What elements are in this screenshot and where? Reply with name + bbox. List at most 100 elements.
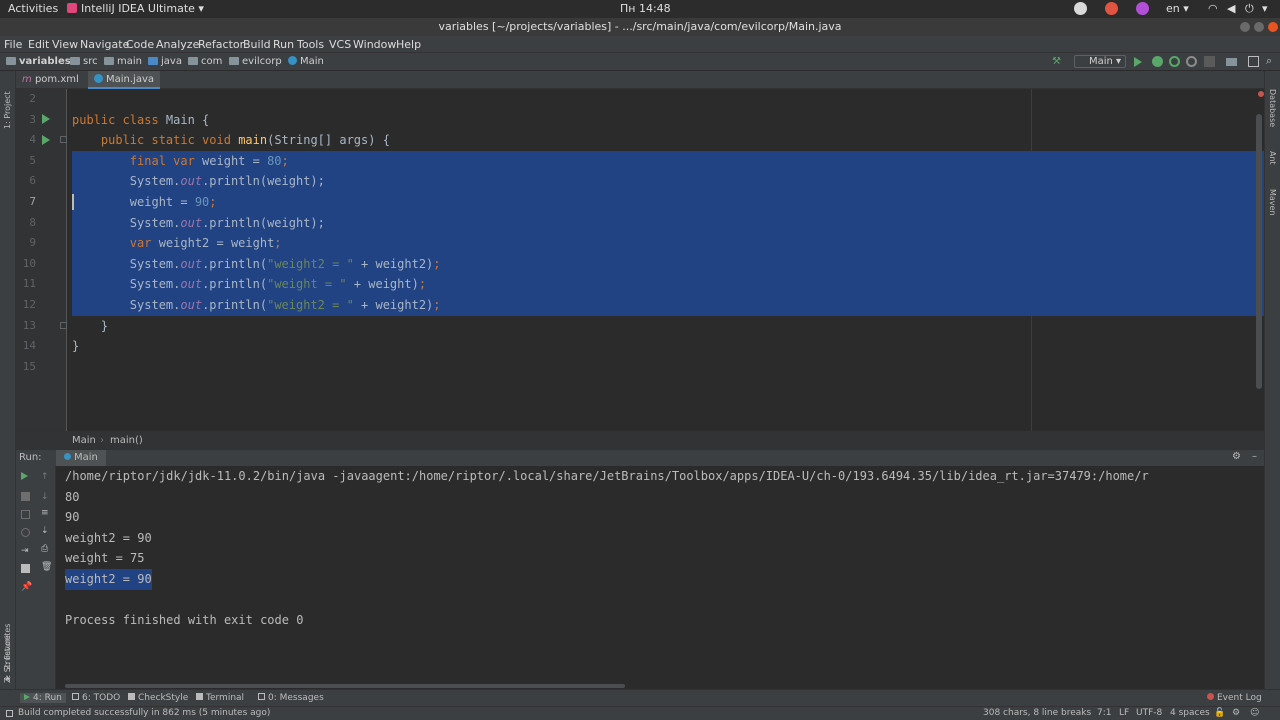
status-line-separator[interactable]: LF xyxy=(1119,708,1129,718)
layout-icon[interactable] xyxy=(1248,56,1259,67)
menu-window[interactable]: Window xyxy=(353,38,396,51)
debug-icon[interactable] xyxy=(1152,56,1163,67)
console-horizontal-scrollbar[interactable] xyxy=(65,684,625,688)
editor-scrollbar[interactable] xyxy=(1256,114,1262,389)
database-tool-button[interactable]: Database xyxy=(1268,89,1277,127)
menu-build[interactable]: Build xyxy=(243,38,271,51)
stop-icon[interactable] xyxy=(21,492,30,501)
down-arrow-icon[interactable]: ↓ xyxy=(41,492,50,502)
chevron-down-icon[interactable]: ▾ xyxy=(1262,2,1268,15)
checkstyle-tool-button[interactable]: CheckStyle xyxy=(128,693,188,703)
camera-icon[interactable] xyxy=(21,528,30,537)
power-icon[interactable]: ⏻ xyxy=(1245,2,1254,16)
event-log-button[interactable]: Event Log xyxy=(1207,693,1262,703)
code-editor[interactable]: 2 3 4 5 6 7 8 9 10 11 12 13 14 15 public… xyxy=(16,89,1264,431)
maven-tool-button[interactable]: Maven xyxy=(1268,189,1277,216)
stop-icon[interactable] xyxy=(1204,56,1215,67)
menu-analyze[interactable]: Analyze xyxy=(156,38,199,51)
inspector-icon[interactable]: ☺ xyxy=(1250,708,1259,718)
terminal-tool-button[interactable]: Terminal xyxy=(196,693,244,703)
tool-window-bar: 4: Run 6: TODO CheckStyle Terminal 0: Me… xyxy=(0,689,1280,706)
trash-icon[interactable]: 🗑 xyxy=(41,562,52,572)
class-icon xyxy=(94,74,103,83)
minimize-panel-icon[interactable]: – xyxy=(1252,451,1257,462)
print-icon[interactable]: ⎙ xyxy=(41,544,50,554)
lock-icon[interactable]: 🔓 xyxy=(1214,708,1225,718)
status-message[interactable]: Build completed successfully in 862 ms (… xyxy=(18,708,270,718)
tray-app2-icon[interactable] xyxy=(1136,2,1149,15)
breadcrumb-java[interactable]: java xyxy=(148,56,182,67)
menu-refactor[interactable]: Refactor xyxy=(198,38,244,51)
status-encoding[interactable]: UTF-8 xyxy=(1136,708,1162,718)
volume-icon[interactable]: ◀ xyxy=(1227,2,1235,15)
tab-main-java[interactable]: Main.java xyxy=(88,71,161,89)
fold-icon[interactable] xyxy=(60,322,67,329)
breadcrumb-main[interactable]: main xyxy=(104,56,142,67)
clock[interactable]: Пн 14:48 xyxy=(620,2,671,15)
line-number: 12 xyxy=(22,298,36,311)
project-structure-icon[interactable] xyxy=(1226,58,1237,66)
fold-icon[interactable] xyxy=(60,136,67,143)
run-tool-button[interactable]: 4: Run xyxy=(20,693,66,703)
console-line: weight2 = 90 xyxy=(65,530,152,545)
menu-tools[interactable]: Tools xyxy=(297,38,324,51)
run-console[interactable]: /home/riptor/jdk/jdk-11.0.2/bin/java -ja… xyxy=(56,466,1264,689)
breadcrumb-evilcorp[interactable]: evilcorp xyxy=(229,56,282,67)
search-icon[interactable]: ⌕ xyxy=(1266,54,1277,67)
activities-button[interactable]: Activities xyxy=(8,2,58,15)
breadcrumb-method-main[interactable]: main() xyxy=(110,435,143,446)
tab-pom-xml[interactable]: m pom.xml xyxy=(16,71,85,89)
rerun-icon[interactable] xyxy=(21,472,28,480)
up-arrow-icon[interactable]: ↑ xyxy=(41,472,50,482)
close-button[interactable] xyxy=(1268,22,1278,32)
coverage-icon[interactable] xyxy=(1169,56,1180,67)
messages-tool-button[interactable]: 0: Messages xyxy=(258,693,324,703)
restore-layout-icon[interactable] xyxy=(21,510,30,519)
menu-file[interactable]: File xyxy=(4,38,22,51)
run-config-select[interactable]: Main ▾ xyxy=(1074,55,1126,68)
status-window-icon[interactable] xyxy=(6,710,13,717)
breadcrumb-src[interactable]: src xyxy=(70,56,98,67)
text-caret xyxy=(72,194,74,210)
inspection-status-icon[interactable] xyxy=(1258,91,1264,97)
language-selector[interactable]: en ▾ xyxy=(1166,2,1189,15)
menu-code[interactable]: Code xyxy=(126,38,154,51)
ant-tool-button[interactable]: Ant xyxy=(1268,151,1277,165)
breadcrumb-com[interactable]: com xyxy=(188,56,222,67)
todo-tool-button[interactable]: 6: TODO xyxy=(72,693,120,703)
run-method-icon[interactable] xyxy=(42,135,50,145)
menu-navigate[interactable]: Navigate xyxy=(80,38,129,51)
status-indent[interactable]: 4 spaces xyxy=(1170,708,1210,718)
menu-vcs[interactable]: VCS xyxy=(329,38,351,51)
favorites-tool-button[interactable]: 2: Favorites xyxy=(3,624,12,670)
menu-help[interactable]: Help xyxy=(396,38,421,51)
alarm-icon[interactable] xyxy=(1105,2,1118,15)
wifi-icon[interactable]: ◠ xyxy=(1208,2,1218,15)
run-tab-main[interactable]: Main xyxy=(56,450,106,467)
profile-icon[interactable] xyxy=(1186,56,1197,67)
tray-app-icon[interactable] xyxy=(1074,2,1087,15)
breadcrumb-class[interactable]: Main xyxy=(288,56,324,67)
app-menu[interactable]: IntelliJ IDEA Ultimate ▾ xyxy=(67,2,204,15)
exit-icon[interactable]: ⇥ xyxy=(21,546,30,556)
menu-edit[interactable]: Edit xyxy=(28,38,49,51)
pin-icon[interactable]: 📌 xyxy=(21,582,32,592)
build-hammer-icon[interactable]: ⚒ xyxy=(1052,56,1063,67)
maximize-button[interactable] xyxy=(1254,22,1264,32)
menu-view[interactable]: View xyxy=(52,38,78,51)
run-tab-label: Main xyxy=(74,452,98,463)
code-text: .println( xyxy=(202,256,268,271)
scroll-to-end-icon[interactable]: ⇣ xyxy=(41,526,50,536)
project-tool-button[interactable]: 1: Project xyxy=(3,91,12,129)
layout-icon[interactable] xyxy=(21,564,30,573)
soft-wrap-icon[interactable]: ≡ xyxy=(41,508,50,518)
breadcrumb-class-main[interactable]: Main xyxy=(72,435,96,446)
status-caret-position[interactable]: 7:1 xyxy=(1097,708,1111,718)
breadcrumb-project[interactable]: variables xyxy=(6,56,71,67)
git-icon[interactable]: ⚙ xyxy=(1232,708,1240,718)
run-class-icon[interactable] xyxy=(42,114,50,124)
minimize-button[interactable] xyxy=(1240,22,1250,32)
menu-run[interactable]: Run xyxy=(273,38,294,51)
gear-icon[interactable]: ⚙ xyxy=(1232,451,1241,462)
run-icon[interactable] xyxy=(1134,57,1142,67)
